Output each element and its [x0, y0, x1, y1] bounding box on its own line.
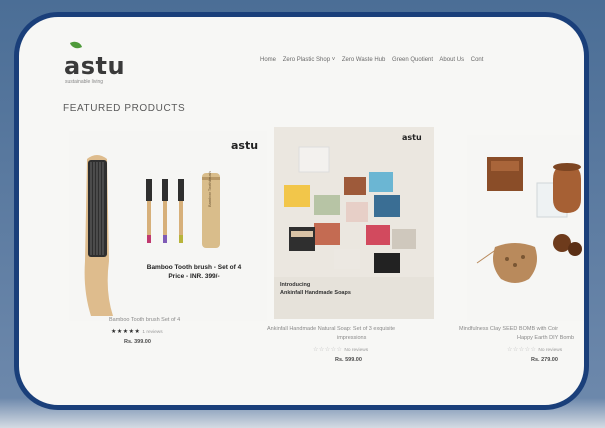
star-rating-icons: ☆☆☆☆☆ — [507, 347, 537, 353]
nav-item-contact[interactable]: Cont — [471, 57, 484, 63]
review-count: 1 reviews — [142, 330, 163, 335]
main-nav: Home Zero Plastic Shop ˅ Zero Waste Hub … — [260, 57, 488, 63]
nav-item-zero-waste-hub[interactable]: Zero Waste Hub — [342, 57, 385, 63]
product-title[interactable]: Bamboo Tooth brush Set of 4 — [109, 317, 180, 323]
product-overlay-text: Introducing Ankinfall Handmade Soaps — [280, 282, 351, 296]
star-rating-icons: ★★★★★ — [111, 329, 141, 335]
product-price: Rs. 279.00 — [531, 357, 558, 363]
product-image-soaps[interactable]: astu Introducing Ankinfall Handmade Soap… — [274, 127, 434, 319]
product-title[interactable]: Mindfulness Clay SEED BOMB with Coir — [459, 326, 558, 332]
toothbrush-illustration — [84, 155, 220, 316]
website-panel: astu sustainable living Home Zero Plasti… — [14, 12, 589, 410]
rating-stars: ★★★★★ 1 reviews — [111, 328, 163, 335]
nav-item-zero-plastic-shop[interactable]: Zero Plastic Shop ˅ — [283, 57, 336, 63]
product-brand-logo: astu — [402, 133, 422, 142]
leaf-icon — [69, 39, 83, 51]
product-image-seed-bomb[interactable] — [467, 135, 584, 321]
rating-stars: ☆☆☆☆☆ No reviews — [507, 346, 562, 353]
nav-item-green-quotient[interactable]: Green Quotient — [392, 57, 433, 63]
product-title-line2[interactable]: impressions — [337, 335, 366, 341]
seed-bomb-illustration — [467, 135, 584, 321]
tube-label: Bamboo Toothbrush — [207, 171, 212, 207]
nav-item-about-us[interactable]: About Us — [439, 57, 464, 63]
product-price: Rs. 399.00 — [124, 339, 151, 345]
product-title-line2[interactable]: Happy Earth DIY Bomb — [517, 335, 574, 341]
review-count: No reviews — [538, 348, 563, 353]
product-title[interactable]: Ankinfall Handmade Natural Soap: Set of … — [267, 326, 395, 332]
star-rating-icons: ☆☆☆☆☆ — [313, 347, 343, 353]
product-overlay-text: Bamboo Tooth brush - Set of 4 Price - IN… — [146, 264, 242, 280]
rating-stars: ☆☆☆☆☆ No reviews — [313, 346, 368, 353]
logo-tagline: sustainable living — [65, 79, 104, 85]
product-image-toothbrush[interactable]: astu Bamboo Toothbrush Bamboo Tooth brus… — [69, 131, 267, 321]
nav-item-home[interactable]: Home — [260, 57, 276, 63]
site-logo[interactable]: astu — [64, 52, 125, 80]
product-price: Rs. 599.00 — [335, 357, 362, 363]
review-count: No reviews — [344, 348, 369, 353]
section-title: FEATURED PRODUCTS — [63, 103, 186, 114]
product-brand-logo: astu — [231, 139, 259, 152]
